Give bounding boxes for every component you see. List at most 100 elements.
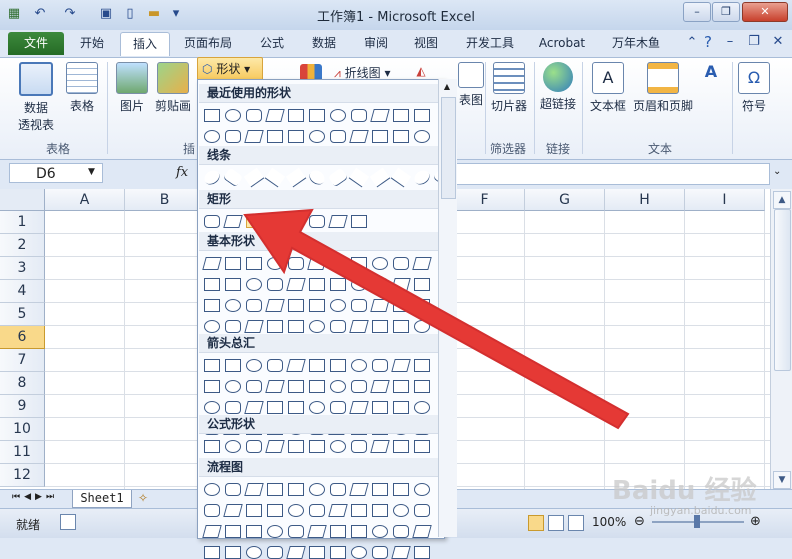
shape-item[interactable]	[306, 167, 328, 188]
shape-item[interactable]	[265, 440, 285, 453]
shape-item[interactable]	[414, 278, 430, 291]
shape-item[interactable]	[372, 320, 388, 333]
shape-item[interactable]	[204, 320, 220, 333]
shape-item[interactable]	[309, 320, 325, 333]
tab-data[interactable]: 数据	[304, 32, 344, 55]
scroll-up-icon[interactable]: ▲	[773, 191, 791, 209]
shape-item[interactable]	[391, 546, 411, 559]
row-header[interactable]: 2	[0, 234, 45, 257]
shape-item[interactable]	[288, 401, 304, 414]
shape-item[interactable]	[372, 483, 388, 496]
column-header[interactable]: A	[45, 189, 125, 211]
shape-item[interactable]	[309, 546, 325, 559]
shape-item[interactable]	[330, 257, 346, 270]
column-header[interactable]: G	[525, 189, 605, 211]
name-box-dropdown-icon[interactable]: ▼	[88, 167, 95, 177]
shape-item[interactable]	[204, 380, 220, 393]
shape-item[interactable]	[202, 525, 222, 538]
shape-item[interactable]	[288, 320, 304, 333]
row-header[interactable]: 8	[0, 372, 45, 395]
page-layout-view-icon[interactable]	[548, 515, 564, 531]
shape-item[interactable]	[225, 257, 241, 270]
shape-item[interactable]	[414, 130, 430, 143]
shape-item[interactable]	[351, 359, 367, 372]
shape-item[interactable]	[414, 440, 430, 453]
tab-formulas[interactable]: 公式	[252, 32, 292, 55]
shape-item[interactable]	[393, 483, 409, 496]
shape-item[interactable]	[288, 525, 304, 538]
shape-item[interactable]	[349, 483, 369, 496]
shape-item[interactable]	[351, 278, 367, 291]
insert-sheet-icon[interactable]: ✧	[138, 491, 148, 505]
shape-item[interactable]	[328, 504, 348, 517]
tab-insert[interactable]: 插入	[120, 32, 170, 56]
shape-item[interactable]	[244, 130, 264, 143]
shape-item[interactable]	[288, 109, 304, 122]
shape-item[interactable]	[204, 504, 220, 517]
shape-item[interactable]	[225, 546, 241, 559]
shapes-button[interactable]: ⬡ 形状 ▾	[197, 57, 263, 81]
tab-developer[interactable]: 开发工具	[458, 32, 522, 55]
shape-item[interactable]	[309, 299, 325, 312]
shape-item[interactable]	[349, 401, 369, 414]
shape-item[interactable]	[349, 130, 369, 143]
expand-formula-icon[interactable]: ⌄	[773, 166, 781, 177]
shape-item[interactable]	[309, 440, 325, 453]
shape-item[interactable]	[372, 130, 388, 143]
shape-item[interactable]	[309, 380, 325, 393]
tab-review[interactable]: 审阅	[356, 32, 396, 55]
maximize-button[interactable]: ❐	[712, 2, 740, 22]
area-chart-button[interactable]: ◭	[406, 64, 436, 78]
shape-item[interactable]	[246, 440, 262, 453]
shape-item[interactable]	[225, 401, 241, 414]
shape-item[interactable]	[372, 359, 388, 372]
row-header[interactable]: 12	[0, 464, 45, 487]
shape-item[interactable]	[393, 257, 409, 270]
column-header[interactable]: B	[125, 189, 205, 211]
shape-item[interactable]	[265, 109, 285, 122]
shape-item[interactable]	[223, 504, 243, 517]
zoom-out-icon[interactable]: ⊖	[634, 514, 645, 529]
help-icon[interactable]: ?	[700, 34, 716, 50]
shape-item[interactable]	[414, 299, 430, 312]
shape-item[interactable]	[393, 109, 409, 122]
shape-item[interactable]	[288, 483, 304, 496]
shape-item[interactable]	[393, 525, 409, 538]
shape-item[interactable]	[244, 320, 264, 333]
shape-item[interactable]	[243, 167, 265, 188]
column-header[interactable]: F	[445, 189, 525, 211]
shape-item[interactable]	[370, 380, 390, 393]
shape-item[interactable]	[307, 525, 327, 538]
slicer-button[interactable]: 切片器	[487, 62, 531, 114]
row-header[interactable]: 6	[0, 326, 45, 349]
page-break-view-icon[interactable]	[568, 515, 584, 531]
zoom-level[interactable]: 100%	[592, 515, 626, 529]
shape-item[interactable]	[246, 546, 262, 559]
shape-item[interactable]	[330, 483, 346, 496]
table-button[interactable]: 表格	[64, 62, 100, 114]
shape-item[interactable]	[351, 215, 367, 228]
row-header[interactable]: 9	[0, 395, 45, 418]
tab-acrobat[interactable]: Acrobat	[532, 32, 592, 55]
shape-item[interactable]	[309, 359, 325, 372]
shape-item[interactable]	[246, 109, 262, 122]
shape-item[interactable]	[391, 278, 411, 291]
shape-item[interactable]	[202, 257, 222, 270]
shape-item[interactable]	[264, 167, 286, 188]
shape-item[interactable]	[223, 215, 243, 228]
shape-item[interactable]	[225, 483, 241, 496]
shape-item[interactable]	[351, 299, 367, 312]
close-button[interactable]: ✕	[742, 2, 788, 22]
shape-item[interactable]	[204, 483, 220, 496]
shape-item[interactable]	[204, 299, 220, 312]
shape-item[interactable]	[267, 215, 283, 228]
shape-item[interactable]	[330, 130, 346, 143]
shape-item[interactable]	[330, 380, 346, 393]
shape-item[interactable]	[204, 130, 220, 143]
shape-item[interactable]	[351, 440, 367, 453]
shape-item[interactable]	[246, 380, 262, 393]
shape-item[interactable]	[351, 525, 367, 538]
shape-item[interactable]	[369, 167, 391, 188]
shape-item[interactable]	[246, 215, 262, 228]
shape-item[interactable]	[348, 167, 370, 188]
